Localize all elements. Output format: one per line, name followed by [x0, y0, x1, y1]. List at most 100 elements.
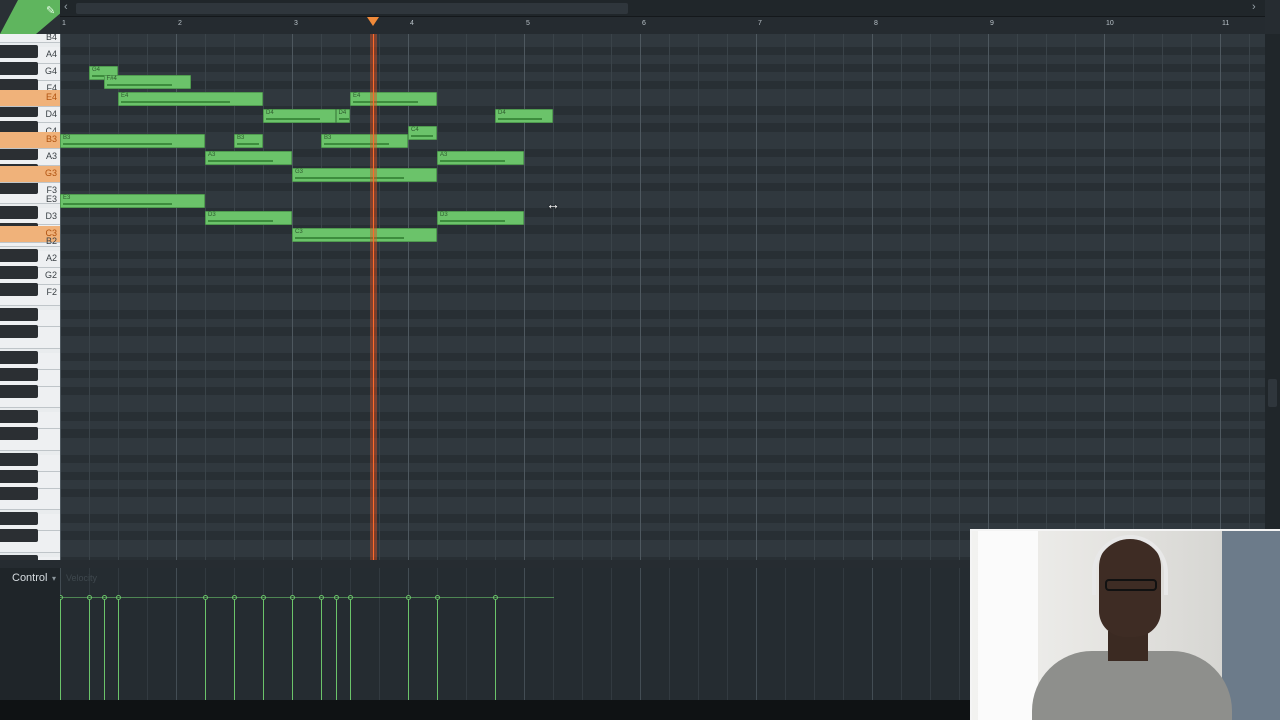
- velocity-stem[interactable]: [335, 598, 337, 700]
- black-key[interactable]: [0, 325, 38, 339]
- note-block[interactable]: B3: [321, 134, 408, 148]
- note-label: A3: [440, 152, 448, 158]
- note-label: D4: [338, 109, 347, 116]
- key-label: B4: [45, 34, 57, 43]
- velocity-stem[interactable]: [408, 598, 409, 700]
- note-velocity-bar: [237, 143, 259, 145]
- black-key[interactable]: [0, 367, 38, 381]
- black-key[interactable]: [0, 350, 38, 364]
- note-block[interactable]: B3: [60, 134, 205, 148]
- vertical-scroll-thumb[interactable]: [1268, 379, 1277, 407]
- note-block[interactable]: E4: [350, 91, 437, 106]
- horizontal-scroll-thumb[interactable]: [76, 3, 628, 14]
- velocity-stem[interactable]: [437, 598, 438, 700]
- control-beat-line: [843, 568, 844, 700]
- grid-row-black: [60, 352, 1265, 362]
- scroll-left-icon[interactable]: ‹: [64, 1, 68, 13]
- scroll-right-icon[interactable]: ›: [1252, 1, 1256, 13]
- note-block[interactable]: C4: [408, 125, 437, 140]
- black-key[interactable]: [0, 61, 38, 75]
- bar-line: [1104, 34, 1105, 560]
- control-parameter[interactable]: Velocity: [66, 573, 97, 583]
- black-key[interactable]: [0, 265, 38, 279]
- velocity-stem[interactable]: [60, 598, 61, 700]
- beat-line: [785, 34, 786, 560]
- chevron-down-icon[interactable]: ▾: [52, 574, 56, 583]
- velocity-stem[interactable]: [263, 598, 264, 700]
- beat-line: [727, 34, 728, 560]
- black-key[interactable]: [0, 410, 38, 424]
- note-label: E3: [63, 194, 71, 201]
- black-key[interactable]: [0, 44, 38, 58]
- black-key[interactable]: [0, 248, 38, 262]
- control-beat-line: [727, 568, 728, 700]
- note-label: F#4: [106, 75, 117, 82]
- note-block[interactable]: A3: [205, 151, 292, 165]
- note-block[interactable]: C3: [292, 227, 437, 242]
- black-key[interactable]: [0, 529, 38, 543]
- bar-number: 7: [758, 20, 762, 27]
- black-key[interactable]: [0, 384, 38, 398]
- black-key[interactable]: [0, 206, 38, 220]
- note-grid[interactable]: G4 F#4 E4 E4 D4 D4 D4 C4 B3 B3 B3 A3 A3 G3 E3 D3 D3 C3: [60, 34, 1265, 560]
- tool-corner[interactable]: ✎: [0, 0, 60, 34]
- playhead-marker-icon[interactable]: [367, 17, 380, 26]
- velocity-stem[interactable]: [321, 598, 322, 700]
- note-block[interactable]: D3: [437, 210, 524, 225]
- note-block[interactable]: F#4: [103, 74, 191, 89]
- black-key[interactable]: [0, 469, 38, 483]
- glasses-icon: [1105, 579, 1157, 591]
- grid-row-black: [60, 412, 1265, 421]
- note-block[interactable]: D3: [205, 210, 292, 225]
- grid-row-black: [60, 310, 1265, 319]
- velocity-stem[interactable]: [118, 598, 119, 700]
- note-label: G4: [92, 67, 101, 73]
- note-block[interactable]: G3: [292, 168, 437, 182]
- timeline-ruler[interactable]: 1 2 3 4 5 6 7 8 9 10 11: [60, 17, 1265, 34]
- note-block[interactable]: D4: [495, 108, 553, 123]
- black-key[interactable]: [0, 282, 38, 296]
- beat-line: [466, 34, 467, 560]
- black-key[interactable]: [0, 452, 38, 466]
- note-velocity-bar: [208, 160, 274, 162]
- grid-row-black: [60, 250, 1265, 260]
- velocity-stem[interactable]: [350, 598, 351, 700]
- beat-line: [930, 34, 931, 560]
- key-label: D4: [45, 108, 57, 119]
- note-label: B3: [63, 135, 71, 141]
- note-label: D4: [498, 109, 506, 116]
- beat-line: [437, 34, 438, 560]
- bar-line: [988, 34, 989, 560]
- note-block[interactable]: D4: [263, 108, 336, 123]
- grid-row-black: [60, 454, 1265, 464]
- black-key[interactable]: [0, 512, 38, 526]
- note-velocity-bar: [353, 100, 419, 103]
- bar-line: [408, 34, 409, 560]
- black-key[interactable]: [0, 427, 38, 441]
- black-key[interactable]: [0, 308, 38, 322]
- grid-row-black: [60, 284, 1265, 294]
- note-label: G3: [295, 169, 304, 175]
- note-block[interactable]: E3: [60, 193, 205, 208]
- note-block[interactable]: A3: [437, 151, 524, 165]
- note-block[interactable]: D4: [335, 108, 350, 123]
- vertical-scrollbar[interactable]: [1265, 34, 1280, 560]
- piano-keyboard[interactable]: B4 A4 G4 F4 E4 D4 C4 B3 A3 G3 F3 E3 D3 C3 B2 A2 G2 F2: [0, 34, 60, 560]
- beat-line: [611, 34, 612, 560]
- note-label: D3: [440, 211, 448, 218]
- beat-line: [1017, 34, 1018, 560]
- note-block[interactable]: E4: [118, 91, 263, 106]
- horizontal-scroll-strip[interactable]: ‹ ›: [60, 0, 1265, 17]
- velocity-stem[interactable]: [103, 598, 105, 700]
- velocity-stem[interactable]: [89, 598, 90, 700]
- velocity-stem[interactable]: [495, 598, 496, 700]
- note-block[interactable]: B3: [234, 134, 263, 148]
- velocity-stem[interactable]: [205, 598, 206, 700]
- control-bar-line: [524, 568, 525, 700]
- control-beat-line: [669, 568, 670, 700]
- control-label[interactable]: Control: [12, 572, 47, 584]
- black-key[interactable]: [0, 486, 38, 500]
- velocity-stem[interactable]: [292, 598, 293, 700]
- control-beat-line: [147, 568, 148, 700]
- velocity-stem[interactable]: [234, 598, 235, 700]
